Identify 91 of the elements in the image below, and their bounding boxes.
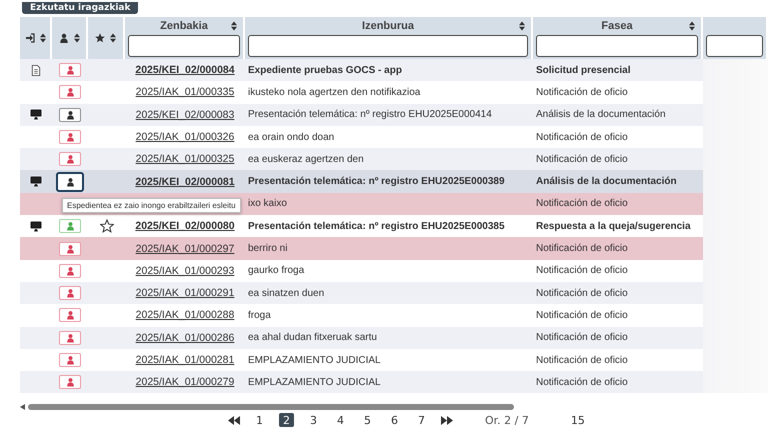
page-button[interactable]: 7 [414, 413, 429, 428]
title-cell: ixo kaixo [248, 198, 287, 210]
title-cell: Presentación telemática: nº registro EHU2025E000414 [248, 109, 492, 120]
scroll-left-icon[interactable] [20, 404, 25, 410]
title-cell: Presentación telemática: nº registro EHU2025E000389 [248, 176, 505, 188]
case-number-link[interactable]: 2025/KEI_02/000084 [135, 64, 235, 76]
phase-cell: Notificación de oficio [536, 265, 628, 276]
case-number-link[interactable]: 2025/KEI_02/000083 [136, 108, 234, 121]
star-icon[interactable] [100, 219, 114, 234]
page-button[interactable]: 4 [333, 413, 348, 428]
title-cell: ea euskeraz agertzen den [248, 154, 364, 165]
document-icon [30, 64, 42, 76]
sign-in-icon [24, 33, 34, 43]
user-button[interactable] [56, 172, 84, 192]
table-row[interactable]: 2025/KEI_02/000081 Presentación telemática: nº registro EHU2025E000389 Análisis de la documentación [20, 170, 768, 193]
case-number-link[interactable]: 2025/IAK_01/000279 [136, 376, 234, 388]
page-button[interactable]: 6 [387, 413, 402, 428]
sort-icon[interactable] [231, 21, 237, 31]
column-header[interactable]: Zenbakia [160, 20, 208, 32]
monitor-icon [30, 176, 42, 188]
case-number-link[interactable]: 2025/IAK_01/000286 [136, 332, 234, 344]
page-button[interactable]: 2 [279, 413, 294, 428]
phase-cell: Notificación de oficio [536, 310, 628, 321]
phase-cell: Solicitud presencial [536, 64, 630, 76]
case-number-link[interactable]: 2025/IAK_01/000281 [136, 354, 234, 366]
page-button[interactable]: 3 [306, 413, 321, 428]
case-number-link[interactable]: 2025/IAK_01/000325 [136, 153, 234, 166]
case-number-link[interactable]: 2025/IAK_01/000288 [136, 309, 234, 322]
table-row[interactable]: 2025/IAK_01/000297 berriro ni Notificación de oficio [20, 237, 768, 260]
sort-icon[interactable] [519, 21, 525, 31]
page-size-select[interactable]: 15 [570, 414, 585, 427]
title-cell: EMPLAZAMIENTO JUDICIAL [248, 354, 381, 366]
table-row[interactable]: 2025/KEI_02/000080 Presentación telemática: nº registro EHU2025E000385 Respuesta a la queja/sugerencia [20, 215, 768, 238]
table-row[interactable]: 2025/IAK_01/000291 ea sinatzen duen Notificación de oficio [20, 282, 768, 304]
table-row[interactable]: 2025/IAK_01/000279 EMPLAZAMIENTO JUDICIAL Notificación de oficio [20, 371, 768, 394]
filter-field[interactable] [248, 35, 528, 57]
phase-cell: Notificación de oficio [536, 332, 628, 344]
sort-icon[interactable] [40, 33, 46, 43]
column-header[interactable]: Fasea [601, 20, 633, 32]
last-page-icon[interactable] [441, 416, 453, 425]
table-row[interactable]: 2025/KEI_02/000083 Presentación telemática: nº registro EHU2025E000414 Análisis de la documentación [20, 104, 768, 126]
title-cell: Presentación telemática: nº registro EHU2025E000385 [248, 220, 505, 232]
table-row[interactable]: 2025/IAK_01/000293 gaurko froga Notificación de oficio [20, 260, 768, 282]
case-number-link[interactable]: 2025/IAK_01/000293 [136, 264, 234, 277]
title-cell: ea ahal dudan fitxeruak sartu [248, 332, 377, 344]
sort-icon[interactable] [74, 33, 80, 43]
filter-field[interactable] [536, 35, 698, 57]
first-page-icon[interactable] [228, 416, 240, 425]
sort-icon[interactable] [689, 21, 695, 31]
phase-cell: Notificación de oficio [536, 243, 628, 254]
title-cell: berriro ni [248, 243, 288, 254]
star-icon [95, 33, 105, 43]
title-cell: EMPLAZAMIENTO JUDICIAL [248, 376, 381, 388]
case-number-link[interactable]: 2025/KEI_02/000081 [135, 176, 235, 188]
filter-field[interactable] [128, 35, 240, 57]
table-row[interactable]: 2025/IAK_01/000286 ea ahal dudan fitxeruak sartu Notificación de oficio [20, 326, 768, 349]
case-number-link[interactable]: 2025/IAK_01/000291 [136, 287, 234, 300]
user-icon [58, 33, 68, 43]
phase-cell: Notificación de oficio [536, 198, 628, 210]
phase-cell: Análisis de la documentación [536, 109, 666, 120]
page-button[interactable]: 5 [360, 413, 375, 428]
case-number-link[interactable]: 2025/KEI_02/000080 [135, 220, 235, 232]
title-cell: froga [248, 310, 271, 321]
phase-cell: Notificación de oficio [536, 354, 628, 366]
user-button[interactable] [59, 108, 81, 122]
page-info: Or. 2 / 7 [485, 414, 529, 427]
title-cell: gaurko froga [248, 265, 304, 276]
page-button[interactable]: 1 [252, 413, 267, 428]
monitor-icon [30, 220, 42, 232]
title-cell: Expediente pruebas GOCS - app [248, 64, 402, 76]
title-cell: ea sinatzen duen [248, 288, 324, 299]
title-cell: ikusteko nola agertzen den notifikazioa [248, 86, 420, 98]
table-row[interactable]: 2025/KEI_02/000084 Expediente pruebas GOCS - app Solicitud presencial [20, 59, 768, 82]
phase-cell: Notificación de oficio [536, 154, 628, 165]
phase-cell: Respuesta a la queja/sugerencia [536, 220, 691, 232]
hide-filters-button[interactable]: Ezkutatu iragazkiak [22, 2, 138, 14]
sort-icon[interactable] [110, 33, 116, 43]
phase-cell: Análisis de la documentación [536, 176, 677, 188]
case-number-link[interactable]: 2025/IAK_01/000326 [136, 131, 234, 144]
phase-cell: Notificación de oficio [536, 86, 628, 98]
table-row[interactable]: 2025/IAK_01/000325 ea euskeraz agertzen den Notificación de oficio [20, 148, 768, 170]
tooltip: Espedientea ez zaio inongo erabiltzaileri esleitu [62, 198, 241, 213]
title-cell: ea orain ondo doan [248, 132, 334, 143]
case-number-link[interactable]: 2025/IAK_01/000297 [136, 242, 234, 255]
filter-field[interactable] [706, 35, 763, 57]
phase-cell: Notificación de oficio [536, 132, 628, 143]
phase-cell: Notificación de oficio [536, 376, 628, 388]
case-number-link[interactable]: 2025/IAK_01/000335 [136, 86, 234, 98]
phase-cell: Notificación de oficio [536, 288, 628, 299]
column-header[interactable]: Izenburua [362, 20, 414, 32]
monitor-icon [30, 109, 42, 120]
